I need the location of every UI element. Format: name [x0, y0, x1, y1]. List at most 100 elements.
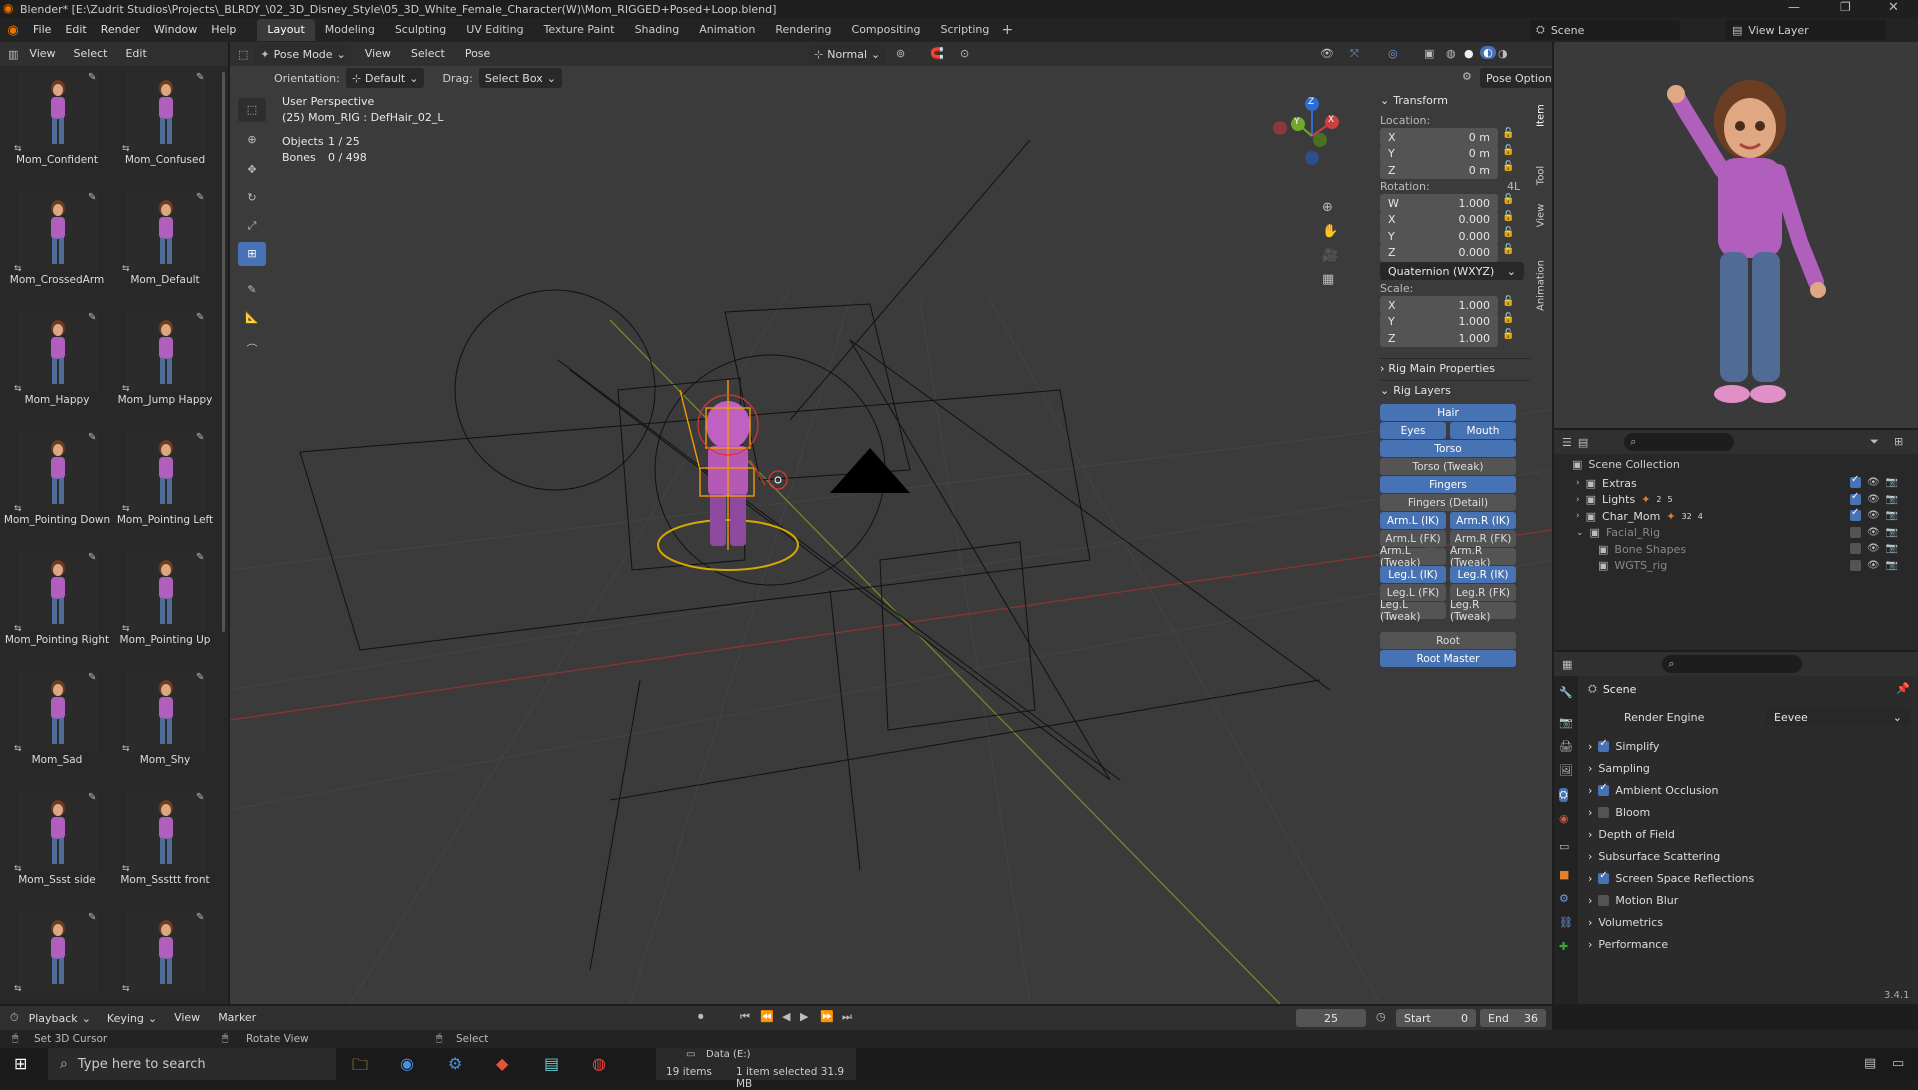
- rig-layer-root-master[interactable]: Root Master: [1380, 650, 1516, 667]
- current-frame-field[interactable]: 25: [1296, 1009, 1366, 1027]
- transform-orientation-dropdown[interactable]: ⊹ Normal ⌄: [808, 44, 887, 64]
- row-visibility-controls[interactable]: 👁📷: [1850, 543, 1898, 554]
- menu-edit[interactable]: Edit: [58, 19, 93, 41]
- transform-tool-icon[interactable]: ⊞: [238, 242, 266, 266]
- snap-icon[interactable]: 🧲: [930, 47, 944, 60]
- pose-options-dropdown[interactable]: Pose Options⌄: [1480, 68, 1552, 88]
- edit-pose-icon[interactable]: ✎: [88, 192, 96, 203]
- move-tool-icon[interactable]: ✥: [238, 158, 266, 182]
- exclude-checkbox[interactable]: [1850, 491, 1861, 505]
- proportional-icon[interactable]: ⊙: [960, 47, 969, 60]
- xray-icon[interactable]: ▣: [1424, 47, 1434, 60]
- panel-enable-checkbox[interactable]: [1598, 738, 1610, 752]
- rotation-y-field[interactable]: Y 0.000: [1380, 227, 1498, 245]
- view-layer-selector[interactable]: ▤ View Layer: [1726, 20, 1886, 40]
- pose-thumbnail[interactable]: ✎ ⇆ Mom_Default: [120, 188, 208, 298]
- pose-thumbnail[interactable]: ✎ ⇆: [120, 908, 208, 1004]
- timeline-editor-icon[interactable]: ⏱: [10, 1011, 19, 1025]
- camera-render-icon[interactable]: 📷: [1886, 560, 1898, 571]
- timeline-menu-marker[interactable]: Marker: [211, 1007, 263, 1029]
- camera-render-icon[interactable]: 📷: [1886, 510, 1898, 521]
- sidebar-tab-view[interactable]: View: [1536, 198, 1547, 234]
- asset-menu-view[interactable]: View: [22, 43, 62, 65]
- annotate-tool-icon[interactable]: ✎: [238, 278, 266, 302]
- add-workspace-icon[interactable]: +: [999, 22, 1015, 38]
- edit-pose-icon[interactable]: ✎: [196, 432, 204, 443]
- lock-icon[interactable]: 🔓: [1502, 145, 1514, 156]
- select-box-tool-icon[interactable]: ⬚: [238, 98, 266, 122]
- rotation-z-field[interactable]: Z 0.000: [1380, 243, 1498, 262]
- pose-thumbnail[interactable]: ✎ ⇆ Mom_Ssst side: [12, 788, 100, 898]
- pose-thumbnail[interactable]: ✎ ⇆ Mom_Sssttt front: [120, 788, 210, 898]
- lock-icon[interactable]: 🔓: [1502, 161, 1514, 172]
- pivot-icon[interactable]: ⊚: [896, 47, 905, 60]
- edit-pose-icon[interactable]: ✎: [88, 792, 96, 803]
- rig-layers-header[interactable]: ⌄ Rig Layers: [1380, 380, 1530, 400]
- record-icon[interactable]: ⏺: [698, 1010, 704, 1024]
- scene-collection-row[interactable]: ▣ Scene Collection: [1572, 458, 1680, 471]
- tab-compositing[interactable]: Compositing: [842, 19, 931, 41]
- asset-menu-select[interactable]: Select: [67, 43, 115, 65]
- navigation-options-icon[interactable]: ⚙: [1462, 70, 1472, 83]
- visibility-icon[interactable]: 👁: [1320, 47, 1334, 60]
- row-visibility-controls[interactable]: 👁📷: [1850, 474, 1898, 488]
- navigation-gizmo[interactable]: Z X Y: [1270, 94, 1350, 174]
- lock-icon[interactable]: 🔓: [1502, 313, 1514, 324]
- chevron-right-icon[interactable]: ›: [1576, 495, 1580, 505]
- prev-keyframe-icon[interactable]: ⏪: [760, 1010, 774, 1023]
- lock-icon[interactable]: 🔓: [1502, 244, 1514, 255]
- panel-subsurface-scattering[interactable]: › Subsurface Scattering: [1582, 846, 1910, 866]
- menu-render[interactable]: Render: [94, 19, 147, 41]
- tab-layout[interactable]: Layout: [257, 19, 315, 41]
- overlay-toggle-icon[interactable]: ◎: [1388, 47, 1398, 60]
- pose-thumbnail[interactable]: ✎ ⇆ Mom_Pointing Down: [4, 428, 110, 538]
- gizmo-toggle-icon[interactable]: ⤧: [1350, 47, 1359, 61]
- object-props-icon[interactable]: ■: [1559, 868, 1569, 881]
- mode-dropdown[interactable]: ✦ Pose Mode ⌄: [254, 44, 352, 64]
- edit-pose-icon[interactable]: ✎: [88, 912, 96, 923]
- pose-thumbnail[interactable]: ✎ ⇆ Mom_Jump Happy: [118, 308, 212, 418]
- camera-view-icon[interactable]: 🎥: [1322, 248, 1338, 263]
- pose-thumbnail[interactable]: ✎ ⇆ Mom_Sad: [12, 668, 100, 778]
- lock-icon[interactable]: 🔓: [1502, 329, 1514, 340]
- viewport-menu-pose[interactable]: Pose: [458, 43, 497, 65]
- viewport-menu-select[interactable]: Select: [404, 43, 452, 65]
- eye-icon[interactable]: 👁: [1867, 560, 1880, 571]
- scale-z-field[interactable]: Z 1.000: [1380, 329, 1498, 347]
- tab-texture-paint[interactable]: Texture Paint: [534, 19, 625, 41]
- edit-pose-icon[interactable]: ✎: [196, 312, 204, 323]
- outliner-row-extras[interactable]: › ▣ Extras: [1576, 475, 1894, 491]
- lock-icon[interactable]: 🔓: [1502, 194, 1514, 205]
- timeline-menu-keying[interactable]: Keying ⌄: [101, 1008, 163, 1028]
- lock-icon[interactable]: 🔓: [1502, 128, 1514, 139]
- constraint-props-icon[interactable]: ⛓: [1559, 916, 1573, 929]
- lock-icon[interactable]: 🔓: [1502, 296, 1514, 307]
- eye-icon[interactable]: 👁: [1867, 527, 1880, 538]
- eye-icon[interactable]: 👁: [1867, 494, 1880, 505]
- edit-pose-icon[interactable]: ✎: [196, 792, 204, 803]
- explorer-preview[interactable]: ▭ Data (E:) 19 items 1 item selected 31.…: [656, 1048, 856, 1090]
- scale-tool-icon[interactable]: ⤢: [238, 214, 266, 238]
- edit-pose-icon[interactable]: ✎: [88, 432, 96, 443]
- location-y-field[interactable]: Y0 m: [1380, 144, 1498, 163]
- eye-icon[interactable]: 👁: [1867, 510, 1880, 521]
- pose-thumbnail[interactable]: ✎ ⇆ Mom_CrossedArm: [10, 188, 104, 298]
- outliner-editor-icon[interactable]: ☰: [1562, 436, 1572, 449]
- sidebar-tab-animation[interactable]: Animation: [1536, 255, 1547, 317]
- scale-x-field[interactable]: X 1.000: [1380, 296, 1498, 314]
- notepad-icon[interactable]: ▤: [544, 1054, 559, 1073]
- new-collection-icon[interactable]: ⊞: [1894, 435, 1903, 448]
- sidebar-tab-tool[interactable]: Tool: [1536, 158, 1547, 194]
- blender-menu-icon[interactable]: ◉: [0, 23, 26, 38]
- panel-enable-checkbox[interactable]: [1598, 807, 1610, 818]
- taskbar-search[interactable]: ⌕ Type here to search: [48, 1048, 336, 1080]
- ortho-toggle-icon[interactable]: ▦: [1322, 272, 1334, 287]
- desktop-icon[interactable]: ▭: [1892, 1056, 1904, 1071]
- pose-thumbnail[interactable]: ✎ ⇆ Mom_Shy: [120, 668, 208, 778]
- rendered-shading-icon[interactable]: ◑: [1498, 47, 1508, 60]
- viewport-3d[interactable]: ⬚ ✦ Pose Mode ⌄ View Select Pose ⊹ Normal ⌄ …: [230, 42, 1552, 1004]
- measure-tool-icon[interactable]: 📐: [238, 306, 266, 330]
- rig-layer-torso[interactable]: Torso: [1380, 440, 1516, 457]
- chevron-down-icon[interactable]: ⌄: [1576, 528, 1584, 538]
- camera-render-icon[interactable]: 📷: [1886, 527, 1898, 538]
